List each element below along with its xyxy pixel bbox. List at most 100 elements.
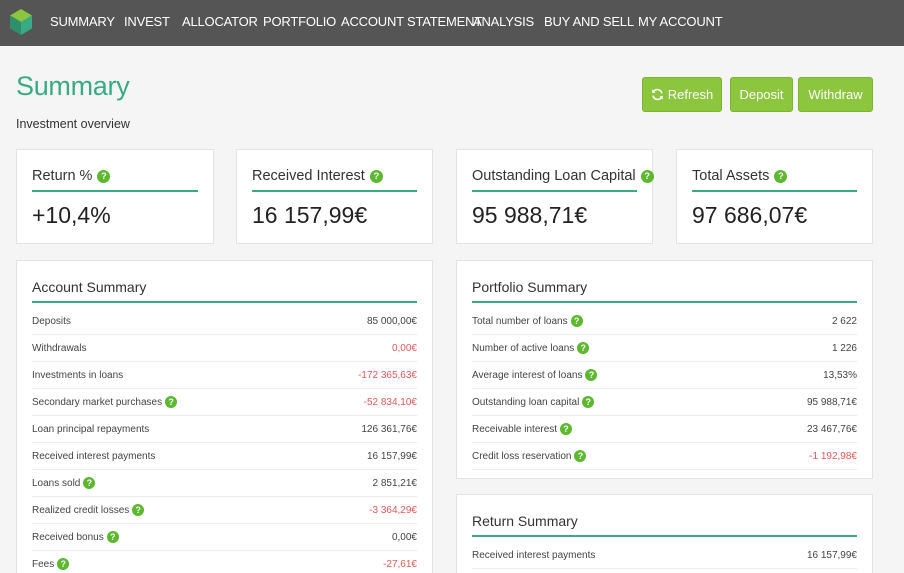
table-row: Secondary market purchases? -52 834,10€	[32, 389, 417, 416]
section-title: Account Summary	[32, 279, 147, 295]
stat-underline	[252, 190, 417, 192]
nav-invest[interactable]: INVEST	[124, 14, 170, 29]
row-value: 23 467,76€	[806, 423, 857, 435]
help-icon[interactable]: ?	[560, 423, 573, 435]
table-row: Credit loss reservation? -1 192,98€	[472, 443, 857, 470]
row-value: 2 851,21€	[372, 477, 418, 489]
table-row: Investments in loans -172 365,63€	[32, 362, 417, 389]
help-icon[interactable]: ?	[97, 169, 111, 183]
row-label: Credit loss reservation?	[472, 450, 587, 462]
table-row: Loans sold? 2 851,21€	[32, 470, 417, 497]
stat-title: Received Interest?	[252, 168, 383, 184]
stat-title: Return %?	[32, 168, 111, 184]
help-icon[interactable]: ?	[83, 477, 96, 489]
row-label-text: Credit loss reservation	[472, 450, 572, 462]
row-label: Loans sold?	[32, 477, 96, 489]
table-row: Total number of loans? 2 622	[472, 308, 857, 335]
stat-label: Outstanding Loan Capital	[472, 168, 636, 184]
row-label: Average interest of loans?	[472, 369, 598, 381]
row-label: Secondary market purchases?	[32, 396, 178, 408]
stat-card-outstanding-loan-capital: Outstanding Loan Capital? 95 988,71€	[456, 149, 654, 244]
stat-card-return: Return %? +10,4%	[16, 149, 214, 244]
return-summary-rows: Received interest payments 16 157,99€	[472, 542, 857, 569]
help-icon[interactable]: ?	[570, 315, 583, 327]
row-label-text: Withdrawals	[32, 342, 87, 354]
logo-cube-icon[interactable]	[9, 8, 33, 36]
return-summary-panel: Return Summary Received interest payment…	[456, 494, 873, 573]
stat-value: 95 988,71€	[472, 202, 588, 228]
table-row: Loan principal repayments 126 361,76€	[32, 416, 417, 443]
help-icon[interactable]: ?	[585, 369, 598, 381]
table-row: Number of active loans? 1 226	[472, 335, 857, 362]
page-subtitle: Investment overview	[16, 117, 130, 131]
section-underline	[32, 301, 417, 303]
help-icon[interactable]: ?	[640, 169, 654, 183]
row-value: -3 364,29€	[369, 504, 417, 516]
help-icon[interactable]: ?	[165, 396, 178, 408]
row-label: Loan principal repayments	[32, 424, 149, 435]
stat-value: 16 157,99€	[252, 202, 368, 228]
row-value: -172 365,63€	[358, 369, 417, 381]
stat-underline	[692, 190, 857, 192]
refresh-button[interactable]: Refresh	[642, 77, 722, 112]
stat-value: 97 686,07€	[692, 202, 808, 228]
nav-my-account[interactable]: MY ACCOUNT	[638, 14, 723, 29]
help-icon[interactable]: ?	[774, 169, 788, 183]
help-icon[interactable]: ?	[57, 558, 70, 570]
row-label-text: Received interest payments	[32, 450, 156, 462]
nav-portfolio[interactable]: PORTFOLIO	[263, 14, 336, 29]
table-row: Received interest payments 16 157,99€	[472, 542, 857, 569]
help-icon[interactable]: ?	[582, 396, 595, 408]
stat-value: +10,4%	[32, 202, 111, 228]
table-row: Fees? -27,61€	[32, 551, 417, 573]
stat-label: Total Assets	[692, 168, 770, 184]
section-title: Portfolio Summary	[472, 279, 588, 295]
row-value: 85 000,00€	[366, 315, 417, 327]
row-label-text: Received interest payments	[472, 549, 596, 561]
help-icon[interactable]: ?	[574, 450, 587, 462]
row-label: Received interest payments	[472, 550, 595, 561]
row-label: Received interest payments	[32, 451, 155, 462]
row-label: Total number of loans?	[472, 315, 583, 327]
page-title: Summary	[16, 71, 130, 101]
stat-title: Outstanding Loan Capital?	[472, 168, 654, 184]
row-label: Withdrawals	[32, 343, 86, 354]
stat-label: Received Interest	[252, 168, 365, 184]
table-row: Receivable interest? 23 467,76€	[472, 416, 857, 443]
help-icon[interactable]: ?	[577, 342, 590, 354]
portfolio-summary-panel: Portfolio Summary Total number of loans?…	[456, 260, 873, 479]
deposit-button[interactable]: Deposit	[730, 77, 793, 112]
stat-label: Return %	[32, 168, 93, 184]
section-title: Return Summary	[472, 513, 578, 529]
row-label: Received bonus?	[32, 531, 119, 543]
row-label-text: Realized credit losses	[32, 504, 130, 516]
row-label-text: Total number of loans	[472, 315, 568, 327]
help-icon[interactable]: ?	[106, 531, 119, 543]
nav-allocator[interactable]: ALLOCATOR	[182, 14, 258, 29]
help-icon[interactable]: ?	[369, 169, 383, 183]
nav-buy-and-sell[interactable]: BUY AND SELL	[544, 14, 634, 29]
row-label-text: Received bonus	[32, 531, 104, 543]
withdraw-button[interactable]: Withdraw	[798, 77, 873, 112]
row-label-text: Deposits	[32, 315, 71, 327]
row-value: 0,00€	[391, 342, 417, 354]
table-row: Received interest payments 16 157,99€	[32, 443, 417, 470]
section-underline	[472, 301, 857, 303]
row-value: 2 622	[831, 315, 857, 327]
row-value: -1 192,98€	[809, 450, 857, 462]
nav-summary[interactable]: SUMMARY	[50, 14, 115, 29]
row-label-text: Loan principal repayments	[32, 423, 150, 435]
row-label: Receivable interest?	[472, 423, 573, 435]
table-row: Average interest of loans? 13,53%	[472, 362, 857, 389]
nav-account-statement[interactable]: ACCOUNT STATEMENT	[341, 14, 482, 29]
refresh-button-label: Refresh	[667, 87, 714, 102]
help-icon[interactable]: ?	[132, 504, 145, 516]
table-row: Withdrawals 0,00€	[32, 335, 417, 362]
stat-card-received-interest: Received Interest? 16 157,99€	[236, 149, 433, 244]
nav-analysis[interactable]: ANALYSIS	[473, 14, 534, 29]
section-underline	[472, 535, 857, 537]
stat-card-total-assets: Total Assets? 97 686,07€	[676, 149, 873, 244]
row-label: Fees?	[32, 558, 70, 570]
row-value: 13,53%	[823, 369, 857, 381]
row-label-text: Fees	[32, 558, 55, 570]
